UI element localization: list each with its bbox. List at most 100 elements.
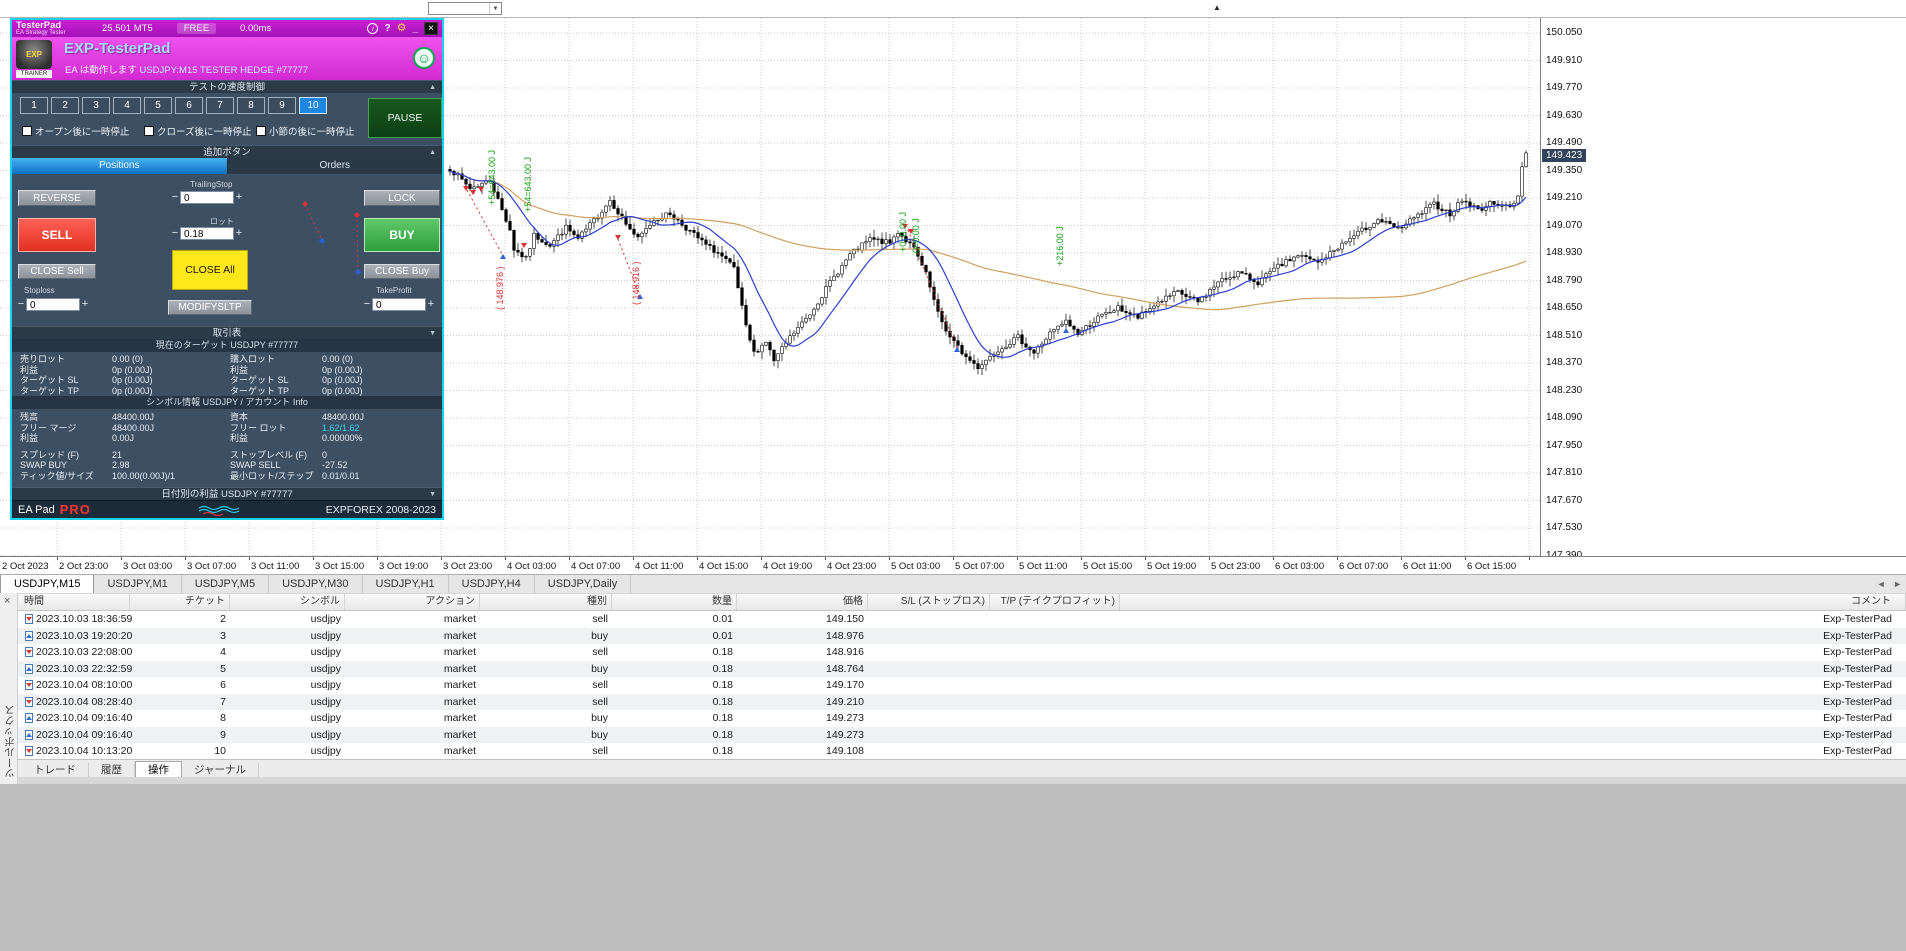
cell-volume: 0.18 [712, 712, 733, 724]
collapse-arrow-icon[interactable]: ▼ [429, 327, 436, 340]
deal-row[interactable]: 2023.10.04 08:10:00 6 usdjpy market sell 0.18… [18, 677, 1906, 694]
speed-button-10[interactable]: 10 [299, 97, 327, 114]
minus-button[interactable]: − [170, 191, 180, 203]
chevron-down-icon[interactable]: ▼ [489, 3, 501, 14]
section-header-trades[interactable]: 取引表 ▼ [12, 326, 442, 339]
stoploss-input[interactable]: 0 [26, 297, 80, 311]
trade-annotation: -0=0.00 J [911, 218, 921, 256]
toolbox-tab-bar: トレード 履歴 操作 ジャーナル [18, 759, 1906, 777]
reverse-button[interactable]: REVERSE [18, 190, 96, 206]
deal-row[interactable]: 2023.10.03 22:08:00 4 usdjpy market sell 0.18… [18, 644, 1906, 661]
cell-ticket: 2 [220, 613, 226, 625]
toolbox-tab-操作[interactable]: 操作 [135, 761, 182, 777]
bottom-scroll-strip[interactable] [0, 777, 1906, 784]
deal-row[interactable]: 2023.10.03 22:32:59 5 usdjpy market buy 0.18 1… [18, 660, 1906, 677]
lot-input[interactable]: 0.18 [180, 226, 234, 240]
section-header-daily[interactable]: 日付別の利益 USDJPY #77777 ▼ [12, 487, 442, 500]
info-label: 利益 [230, 364, 249, 375]
close-icon[interactable]: × [424, 22, 438, 35]
column-header-volume[interactable]: 数量 [612, 594, 737, 610]
speed-button-7[interactable]: 7 [206, 97, 234, 114]
modify-sltp-button[interactable]: MODIFYSLTP [168, 300, 252, 315]
chart-tab-USDJPY,M15[interactable]: USDJPY,M15 [0, 575, 95, 593]
column-header-tp[interactable]: T/P (テイクプロフィット) [990, 594, 1120, 610]
checkbox-box[interactable] [22, 126, 32, 136]
speed-button-2[interactable]: 2 [51, 97, 79, 114]
pause-checkbox[interactable]: 小節の後に一時停止 [256, 124, 355, 138]
toolbox-tab-ジャーナル[interactable]: ジャーナル [182, 763, 259, 777]
tab-orders[interactable]: Orders [226, 158, 442, 174]
column-header-type[interactable]: 種別 [480, 594, 612, 610]
chart-tab-USDJPY,M1[interactable]: USDJPY,M1 [94, 575, 182, 593]
close-all-button[interactable]: CLOSE All [172, 250, 248, 290]
speed-button-3[interactable]: 3 [82, 97, 110, 114]
tab-scroll-left-icon[interactable]: ◄ [1877, 579, 1886, 589]
section-header-speed[interactable]: テストの速度制御 ▲ [12, 80, 442, 93]
plus-button[interactable]: + [234, 191, 244, 203]
pause-button[interactable]: PAUSE [368, 98, 442, 138]
deal-row[interactable]: 2023.10.03 19:20:20 3 usdjpy market buy 0.01 1… [18, 627, 1906, 644]
tab-positions[interactable]: Positions [12, 158, 227, 174]
close-sell-button[interactable]: CLOSE Sell [18, 264, 96, 279]
speed-button-5[interactable]: 5 [144, 97, 172, 114]
deal-row[interactable]: 2023.10.04 09:16:40 8 usdjpy market buy 0.18 1… [18, 710, 1906, 727]
sell-button[interactable]: SELL [18, 218, 96, 252]
deal-row[interactable]: 2023.10.04 09:16:40 9 usdjpy market buy 0.18 1… [18, 726, 1906, 743]
sell-arrow-icon [478, 187, 484, 192]
app-name-block: TesterPad EA Strategy Tester [16, 21, 88, 36]
takeprofit-input[interactable]: 0 [372, 297, 426, 311]
close-icon[interactable]: × [4, 595, 10, 607]
checkbox-box[interactable] [256, 126, 266, 136]
minus-button[interactable]: − [170, 227, 180, 239]
speed-button-6[interactable]: 6 [175, 97, 203, 114]
pause-checkbox[interactable]: クローズ後に一時停止 [144, 124, 252, 138]
pause-checkbox[interactable]: オープン後に一時停止 [22, 124, 129, 138]
deal-row[interactable]: 2023.10.03 18:36:59 2 usdjpy market sell 0.01… [18, 611, 1906, 628]
tools-icon[interactable]: ⚙ [397, 23, 407, 34]
deal-row[interactable]: 2023.10.04 10:13:20 10 usdjpy market sell 0.1… [18, 743, 1906, 760]
smiley-icon[interactable]: ☺ [413, 47, 435, 69]
column-header-ticket[interactable]: チケット [130, 594, 230, 610]
column-header-symbol[interactable]: シンボル [230, 594, 345, 610]
plus-button[interactable]: + [234, 227, 244, 239]
toolbar-combobox[interactable]: ▼ [428, 2, 502, 15]
tab-scroll-right-icon[interactable]: ► [1893, 579, 1902, 589]
chart-tab-USDJPY,M30[interactable]: USDJPY,M30 [269, 575, 363, 593]
column-header-comment[interactable]: コメント [1120, 594, 1906, 610]
trailingstop-input[interactable]: 0 [180, 190, 234, 204]
buy-button[interactable]: BUY [364, 218, 440, 252]
trade-annotation: +54=643.00 J [487, 150, 497, 205]
cell-type: sell [592, 695, 608, 708]
scroll-up-icon[interactable]: ▲ [1213, 3, 1221, 12]
column-header-price[interactable]: 価格 [737, 594, 868, 610]
column-header-time[interactable]: 時間 [18, 594, 130, 610]
plus-button[interactable]: + [426, 298, 436, 310]
speed-button-4[interactable]: 4 [113, 97, 141, 114]
section-header-extra[interactable]: 追加ボタン ▲ [12, 145, 442, 158]
speed-button-9[interactable]: 9 [268, 97, 296, 114]
chart-tab-USDJPY,Daily[interactable]: USDJPY,Daily [534, 575, 632, 593]
speed-button-1[interactable]: 1 [20, 97, 48, 114]
minimize-icon[interactable]: _ [412, 23, 418, 33]
plus-button[interactable]: + [80, 298, 90, 310]
minus-button[interactable]: − [16, 298, 26, 310]
info-icon[interactable]: i [367, 23, 379, 34]
checkbox-box[interactable] [144, 126, 154, 136]
toolbox-tab-履歴[interactable]: 履歴 [89, 763, 135, 777]
chart-tab-USDJPY,H1[interactable]: USDJPY,H1 [362, 575, 449, 593]
collapse-arrow-icon[interactable]: ▲ [429, 146, 436, 159]
lock-button[interactable]: LOCK [364, 190, 440, 206]
minus-button[interactable]: − [362, 298, 372, 310]
help-icon[interactable]: ? [384, 23, 390, 34]
speed-button-8[interactable]: 8 [237, 97, 265, 114]
chart-tab-USDJPY,H4[interactable]: USDJPY,H4 [448, 575, 535, 593]
cell-symbol: usdjpy [310, 646, 341, 658]
column-header-action[interactable]: アクション [345, 594, 480, 610]
testerpad-titlebar[interactable]: TesterPad EA Strategy Tester 25.501 MT5 … [12, 20, 442, 37]
cell-volume: 0.18 [712, 646, 733, 658]
toolbox-tab-トレード[interactable]: トレード [22, 763, 89, 777]
chart-tab-USDJPY,M5[interactable]: USDJPY,M5 [181, 575, 270, 593]
deal-row[interactable]: 2023.10.04 08:28:40 7 usdjpy market sell 0.18… [18, 693, 1906, 710]
close-buy-button[interactable]: CLOSE Buy [364, 264, 440, 279]
column-header-sl[interactable]: S/L (ストップロス) [868, 594, 990, 610]
